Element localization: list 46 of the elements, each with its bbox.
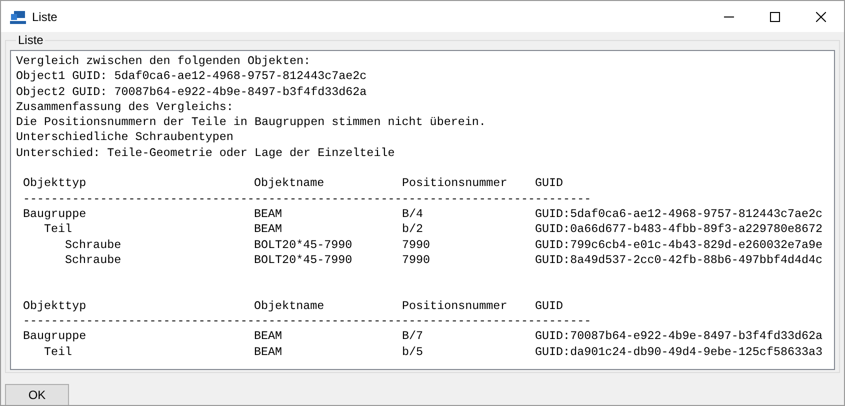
text-line: Object2 GUID: 70087b64-e922-4b9e-8497-b3f4fd33d62a — [16, 84, 367, 99]
table-cell: BOLT20*45-7990 — [254, 252, 352, 267]
column-header: Positionsnummer — [402, 176, 508, 190]
table-cell: Baugruppe — [23, 329, 86, 344]
text-line: Vergleich zwischen den folgenden Objekten: — [16, 54, 311, 68]
table-cell: BEAM — [254, 344, 282, 359]
close-icon — [816, 12, 826, 22]
table-cell: b/2 — [402, 222, 424, 236]
separator-line: --------------------------------------------------------------------------------- — [23, 192, 592, 206]
table-cell: Teil — [44, 344, 72, 359]
column-header: GUID — [535, 298, 564, 313]
table-cell: 7990 — [402, 238, 430, 252]
table-cell: b/5 — [402, 344, 424, 359]
column-header: Objektname — [254, 176, 324, 190]
table-cell: BOLT20*45-7990 — [254, 238, 352, 252]
column-header: Objekttyp — [23, 176, 86, 190]
text-line: Die Positionsnummern der Teile in Baugruppen stimmen nicht überein. — [16, 115, 486, 130]
text-line: Unterschiedliche Schraubentypen — [16, 130, 234, 144]
table-cell: GUID:0a66d677-b483-4fbb-89f3-a229780e8672 — [535, 222, 823, 236]
column-header: Objekttyp — [23, 298, 86, 313]
text-line: Unterschied: Teile-Geometrie oder Lage der Einzelteile — [16, 146, 395, 160]
text-line: Object1 GUID: 5daf0ca6-ae12-4968-9757-812443c7ae2c — [16, 69, 367, 84]
app-icon — [10, 10, 26, 24]
table-cell: GUID:5daf0ca6-ae12-4968-9757-812443c7ae2c — [535, 206, 823, 221]
table-cell: Teil — [44, 222, 72, 236]
table-cell: GUID:70087b64-e922-4b9e-8497-b3f4fd33d62a — [535, 329, 823, 344]
table-cell: BEAM — [254, 206, 282, 221]
table-cell: 7990 — [402, 252, 430, 267]
table-cell: Baugruppe — [23, 206, 86, 221]
table-cell: GUID:8a49d537-2cc0-42fb-88b6-497bbf4d4d4c — [535, 252, 823, 267]
text-line: Zusammenfassung des Vergleichs: — [16, 100, 234, 114]
table-cell: BEAM — [254, 329, 282, 344]
column-header: Positionsnummer — [402, 298, 508, 313]
table-cell: B/7 — [402, 329, 424, 344]
table-cell: BEAM — [254, 222, 282, 236]
table-cell: GUID:da901c24-db90-49d4-9ebe-125cf58633a3 — [535, 344, 823, 359]
window-title: Liste — [32, 8, 58, 26]
column-header: GUID — [535, 176, 564, 190]
table-cell: GUID:799c6cb4-e01c-4b43-829d-e260032e7a9e — [535, 238, 823, 252]
column-header: Objektname — [254, 298, 324, 313]
separator-line: --------------------------------------------------------------------------------- — [23, 314, 592, 328]
table-cell: Schraube — [65, 238, 122, 252]
table-cell: B/4 — [402, 206, 424, 221]
ok-button[interactable]: OK — [5, 384, 69, 405]
maximize-icon — [770, 12, 780, 22]
table-cell: Schraube — [65, 252, 122, 267]
